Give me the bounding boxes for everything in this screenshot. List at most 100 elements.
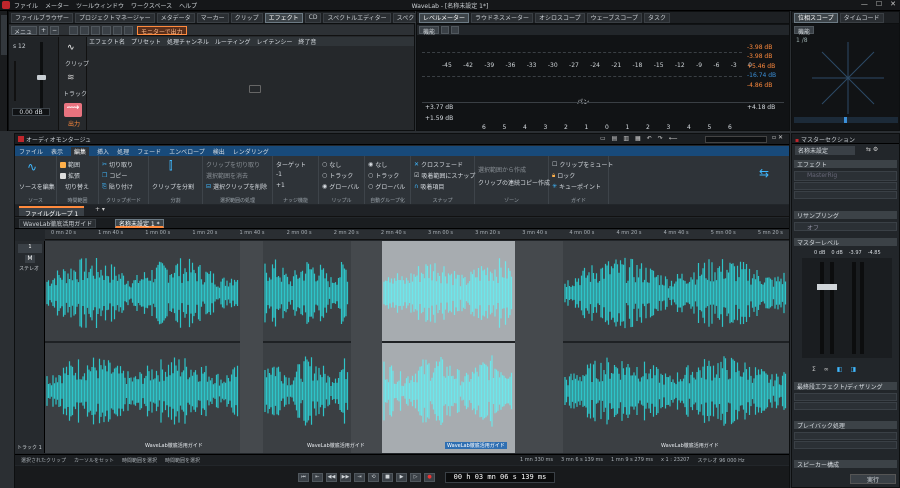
gain-value-field[interactable]: 0.00 dB bbox=[12, 108, 50, 116]
stop-icon[interactable]: ■ bbox=[382, 473, 393, 482]
tab-cd[interactable]: CD bbox=[304, 12, 322, 23]
range-button[interactable]: 範囲 bbox=[60, 160, 80, 169]
transport-time-display[interactable]: 00 h 03 mn 06 s 139 ms bbox=[445, 472, 555, 483]
clip-label-4[interactable]: WaveLab徹底活用ガイド bbox=[661, 442, 719, 449]
montage-close-icon[interactable]: ▫ ✕ bbox=[772, 134, 783, 141]
remove-effect-icon[interactable]: − bbox=[50, 26, 59, 35]
ribbon-tab-detect[interactable]: 検出 bbox=[213, 147, 225, 156]
master-fader-right[interactable] bbox=[827, 284, 837, 290]
tab-file-browser[interactable]: ファイルブラウザー bbox=[11, 12, 74, 23]
level-function-button[interactable]: 機能 bbox=[419, 26, 440, 36]
crossfade-button[interactable]: ✕ クロスフェード bbox=[414, 160, 463, 169]
paste-button[interactable]: ⎘ 貼り付け bbox=[102, 182, 133, 192]
saveas-icon[interactable]: ▦ bbox=[635, 135, 641, 142]
doc-tab-guide[interactable]: WaveLab徹底活用ガイド bbox=[19, 219, 97, 228]
tab-metadata[interactable]: メタデータ bbox=[156, 12, 195, 23]
col-latency[interactable]: レイテンシー bbox=[257, 37, 293, 46]
level-reset-icon[interactable] bbox=[441, 26, 449, 34]
master-fader-left[interactable] bbox=[817, 284, 827, 290]
autogroup-none-radio[interactable]: ◉ なし bbox=[368, 160, 387, 169]
tab-oscilloscope[interactable]: オシロスコープ bbox=[535, 12, 585, 23]
col-tail[interactable]: 終了音 bbox=[298, 37, 316, 46]
ribbon-tab-view[interactable]: 表示 bbox=[51, 147, 63, 156]
autogroup-track-radio[interactable]: ○ トラック bbox=[368, 171, 399, 180]
add-effect-icon[interactable]: + bbox=[39, 26, 48, 35]
erase-selection-button[interactable]: 選択範囲を消去 bbox=[206, 171, 248, 180]
status-select-range-2[interactable]: 時間範囲を選択 bbox=[165, 457, 200, 464]
goto-start-icon[interactable]: ⇤ bbox=[312, 473, 323, 482]
snap-to-magnet-checkbox[interactable]: ☑ 吸着範囲にスナップ bbox=[414, 171, 475, 180]
rewind-start-icon[interactable]: ⏮ bbox=[298, 473, 309, 482]
playback-slot-1[interactable] bbox=[794, 432, 897, 440]
new-doc-icon[interactable]: ▭ bbox=[600, 135, 606, 142]
status-set-cursor[interactable]: カーソルをセット bbox=[74, 457, 114, 464]
magnet-items-button[interactable]: ∩ 吸着項目 bbox=[414, 182, 444, 191]
dock-tab-vertical[interactable] bbox=[1, 15, 7, 55]
record-icon[interactable]: ● bbox=[424, 473, 435, 482]
split-clip-button[interactable]: クリップを分割 bbox=[152, 182, 194, 191]
master-effect-slot-1[interactable]: MasterRig bbox=[794, 171, 897, 181]
play-range-icon[interactable]: ▷ bbox=[410, 473, 421, 482]
clip-label-2[interactable]: WaveLab徹底活用ガイド bbox=[307, 442, 365, 449]
tab-clip[interactable]: クリップ bbox=[230, 12, 263, 23]
tab-wavescope[interactable]: ウェーブスコープ bbox=[586, 12, 642, 23]
col-routing[interactable]: ルーティング bbox=[215, 37, 251, 46]
create-from-selection-button[interactable]: 選択範囲から作成 bbox=[478, 165, 526, 174]
crop-clip-button[interactable]: クリップを切り取り bbox=[206, 160, 260, 169]
folder-icon[interactable] bbox=[69, 26, 78, 35]
doc-tab-untitled[interactable]: 名称未設定 1 * bbox=[115, 219, 164, 228]
ripple-global-radio[interactable]: ◉ グローバル bbox=[322, 182, 359, 191]
extend-button[interactable]: 拡張 bbox=[60, 171, 80, 180]
level-freeze-icon[interactable] bbox=[451, 26, 459, 34]
ribbon-tab-edit[interactable]: 編集 bbox=[71, 146, 90, 156]
clip-body-4[interactable] bbox=[563, 241, 789, 453]
output-icon[interactable]: ⟿ bbox=[64, 103, 82, 117]
maximize-icon[interactable]: ☐ bbox=[876, 0, 882, 8]
speaker-config-header[interactable]: スピーカー構成 bbox=[794, 460, 897, 469]
edit-source-button[interactable]: ソースを編集 bbox=[19, 182, 55, 191]
cut-button[interactable]: ✂ 切り取り bbox=[102, 160, 133, 169]
tab-tasks[interactable]: タスク bbox=[643, 12, 670, 23]
final-effects-header[interactable]: 最終段エフェクト/ディザリング bbox=[794, 382, 897, 391]
master-effect-slot-3[interactable] bbox=[794, 191, 897, 199]
ribbon-tab-file[interactable]: ファイル bbox=[19, 147, 43, 156]
tab-phase-scope[interactable]: 位相スコープ bbox=[794, 12, 838, 23]
effects-menu-button[interactable]: メニュー bbox=[11, 26, 37, 45]
autogroup-global-radio[interactable]: ○ グローバル bbox=[368, 182, 405, 191]
ribbon-tab-process[interactable]: 処理 bbox=[117, 147, 129, 156]
mute-clip-checkbox[interactable]: ☐ クリップをミュート bbox=[552, 160, 613, 169]
power-icon[interactable] bbox=[113, 26, 122, 35]
save-icon[interactable]: ▥ bbox=[623, 135, 629, 142]
master-level-header[interactable]: マスターレベル bbox=[794, 238, 897, 247]
ribbon-mode-icon[interactable]: ⇆ bbox=[759, 166, 769, 180]
clip-label-3[interactable]: WaveLab徹底活用ガイド bbox=[445, 442, 507, 449]
rewind-icon[interactable]: ◀◀ bbox=[326, 473, 337, 482]
clip-repeat-copy-button[interactable]: クリップの連続コピー作成 bbox=[478, 178, 550, 187]
track-number-badge[interactable]: 1 bbox=[18, 244, 42, 253]
gain-slider-handle[interactable] bbox=[37, 75, 46, 80]
toggle-button[interactable]: 切り替え bbox=[65, 182, 89, 191]
nudge-target-dropdown[interactable]: ターゲット bbox=[276, 160, 306, 169]
undo-icon[interactable]: ↶ bbox=[647, 135, 652, 142]
settings-icon[interactable] bbox=[102, 26, 111, 35]
render-button[interactable]: 実行 bbox=[850, 474, 896, 484]
col-channels[interactable]: 処理チャンネル bbox=[167, 37, 209, 46]
resampling-slot[interactable]: オフ bbox=[794, 222, 897, 232]
master-preset-button[interactable]: 名称未設定 bbox=[795, 146, 855, 155]
col-effect-name[interactable]: エフェクト名 bbox=[89, 37, 125, 46]
playback-slot-2[interactable] bbox=[794, 441, 897, 449]
waveform-canvas[interactable] bbox=[45, 241, 789, 453]
resampling-header[interactable]: リサンプリング bbox=[794, 211, 897, 220]
track-wave-icon[interactable]: ≋ bbox=[67, 73, 79, 85]
history-dropdown[interactable] bbox=[705, 136, 767, 143]
col-preset[interactable]: プリセット bbox=[131, 37, 161, 46]
master-level-controls[interactable]: Σ ∞ ◧ ◨ bbox=[812, 366, 856, 373]
tab-timecode[interactable]: タイムコード bbox=[839, 12, 884, 23]
back-icon[interactable]: ⟵ bbox=[669, 135, 678, 142]
monitor-output-button[interactable]: モニターで出力 bbox=[137, 26, 187, 36]
final-effect-slot-2[interactable] bbox=[794, 402, 897, 410]
ribbon-tab-render[interactable]: レンダリング bbox=[233, 147, 269, 156]
master-effect-slot-2[interactable] bbox=[794, 182, 897, 190]
nudge-plus-button[interactable]: +1 bbox=[276, 182, 285, 189]
ripple-track-radio[interactable]: ○ トラック bbox=[322, 171, 353, 180]
